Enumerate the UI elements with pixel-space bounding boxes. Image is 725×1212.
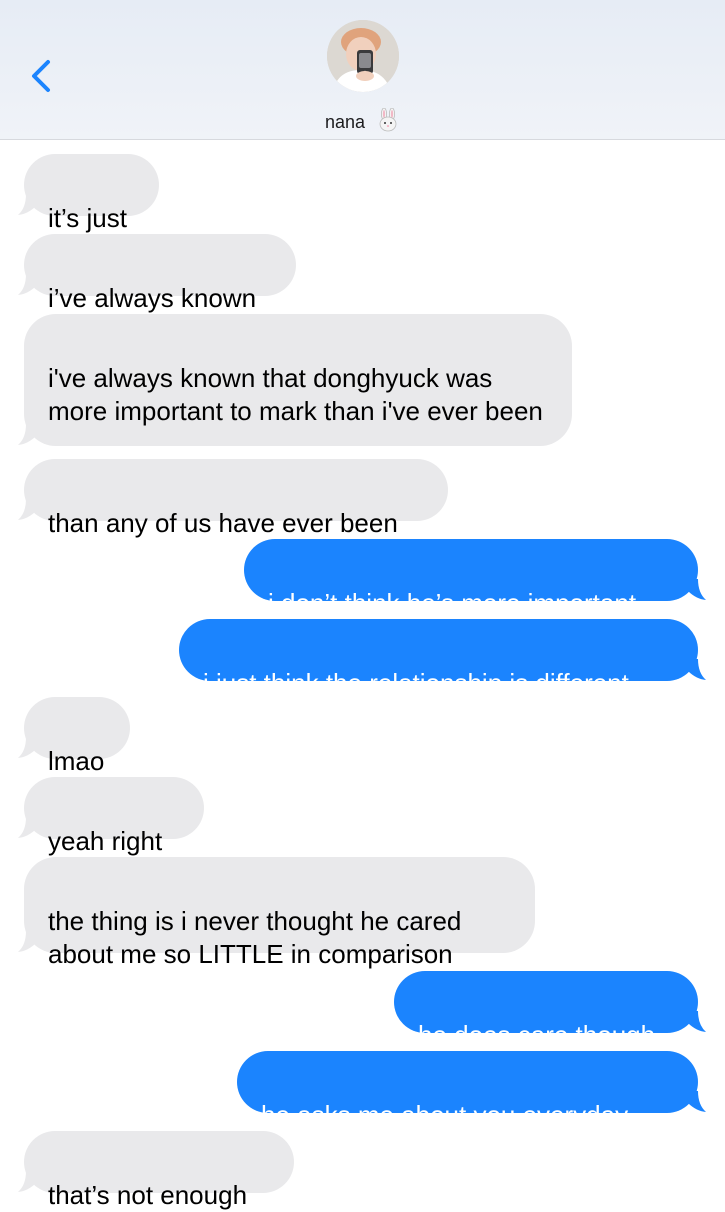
message-text: the thing is i never thought he cared ab… (48, 906, 462, 969)
message-text: it’s just (48, 203, 127, 233)
incoming-bubble-tail (18, 737, 36, 758)
message-text: than any of us have ever been (48, 508, 398, 538)
outgoing-message-bubble[interactable]: i just think the relationship is differe… (179, 619, 698, 698)
incoming-message-bubble[interactable]: the thing is i never thought he cared ab… (24, 857, 535, 969)
rabbit-face-icon (376, 107, 400, 137)
avatar-photo (327, 20, 399, 92)
incoming-message-bubble[interactable]: i've always known that donghyuck was mor… (24, 314, 572, 446)
message-text: i just think the relationship is differe… (203, 668, 629, 698)
incoming-bubble-tail (18, 1171, 36, 1192)
outgoing-bubble-tail (688, 579, 706, 600)
message-text: i’ve always known (48, 283, 257, 313)
incoming-message-bubble[interactable]: it’s just (24, 154, 159, 233)
outgoing-message-bubble[interactable]: i don’t think he’s more important (244, 539, 698, 618)
incoming-message-bubble[interactable]: yeah right (24, 777, 204, 856)
contact-avatar[interactable] (327, 20, 399, 92)
outgoing-bubble-tail (688, 1091, 706, 1112)
incoming-message-bubble[interactable]: i’ve always known (24, 234, 296, 313)
outgoing-bubble-tail (688, 1011, 706, 1032)
message-text: he asks me about you everyday... (261, 1100, 648, 1130)
incoming-bubble-tail (18, 194, 36, 215)
back-button[interactable] (20, 48, 60, 104)
message-text: that’s not enough (48, 1180, 248, 1210)
incoming-bubble-tail (18, 274, 36, 295)
message-text: lmao (48, 746, 105, 776)
message-list[interactable]: it’s just i’ve always known i've always … (0, 140, 725, 1210)
conversation-header: nana (0, 0, 725, 140)
contact-name: nana (324, 112, 366, 132)
outgoing-message-bubble[interactable]: he asks me about you everyday... (237, 1051, 698, 1130)
outgoing-message-bubble[interactable]: he does care though (394, 971, 698, 1050)
chevron-left-icon (32, 60, 50, 92)
outgoing-bubble-tail (688, 659, 706, 680)
incoming-bubble-tail (18, 817, 36, 838)
incoming-bubble-tail (18, 499, 36, 520)
message-text: i don’t think he’s more important (268, 588, 637, 618)
incoming-message-bubble[interactable]: that’s not enough (24, 1131, 294, 1210)
contact-name-row[interactable]: nana (0, 107, 725, 137)
incoming-message-bubble[interactable]: than any of us have ever been (24, 459, 448, 538)
message-text: yeah right (48, 826, 163, 856)
message-text: i've always known that donghyuck was mor… (48, 363, 543, 426)
incoming-bubble-tail (18, 931, 36, 952)
incoming-message-bubble[interactable]: lmao (24, 697, 130, 776)
incoming-bubble-tail (18, 424, 36, 445)
message-text: he does care though (418, 1020, 656, 1050)
